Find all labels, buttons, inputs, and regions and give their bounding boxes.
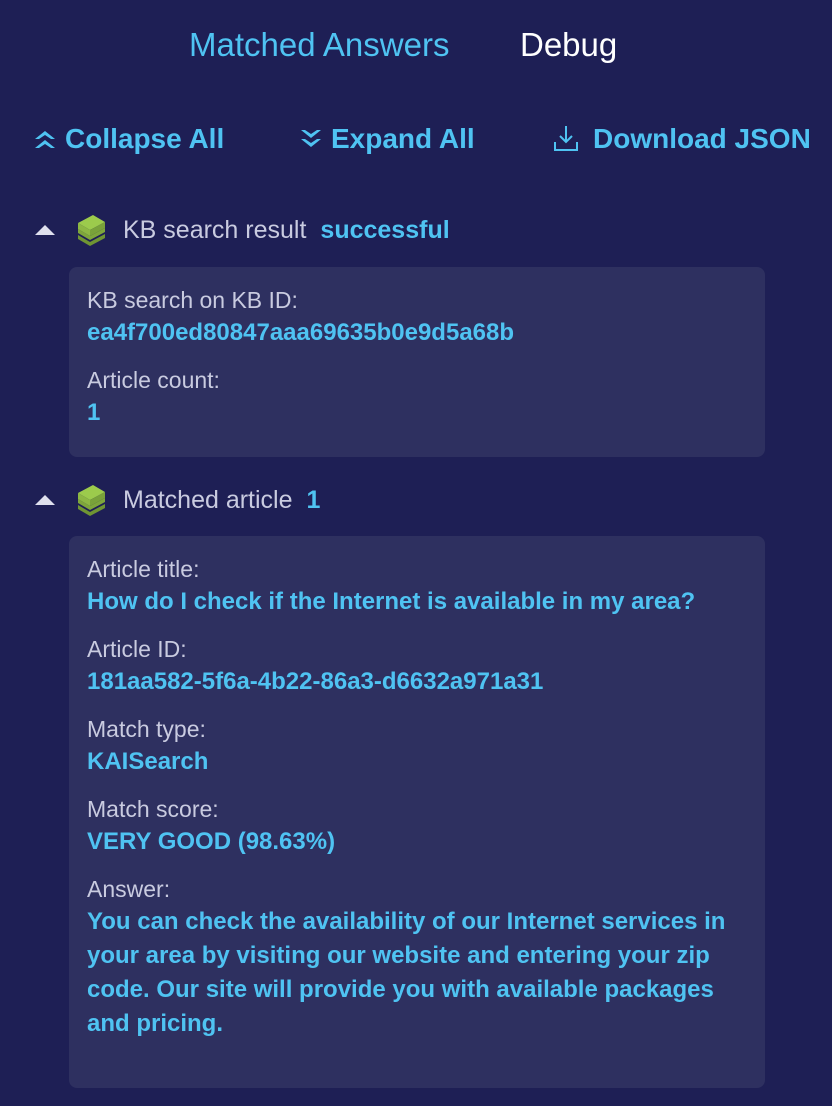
field-label: Article count: — [87, 367, 220, 393]
section-title: KB search result — [123, 215, 307, 244]
field-label: Answer: — [87, 876, 171, 902]
section-header-matched-article[interactable]: Matched article 1 — [33, 482, 320, 518]
field-value: 181aa582-5f6a-4b22-86a3-d6632a971a31 — [87, 668, 544, 695]
matched-article-card: Article title: How do I check if the Int… — [69, 536, 765, 1088]
tab-debug[interactable]: Debug — [520, 25, 617, 65]
field-article-title: Article title: How do I check if the Int… — [87, 553, 747, 619]
field-value: VERY GOOD (98.63%) — [87, 828, 336, 855]
field-article-id: Article ID: 181aa582-5f6a-4b22-86a3-d663… — [87, 633, 747, 699]
download-json-button[interactable]: Download JSON — [553, 120, 811, 158]
field-value: You can check the availability of our In… — [87, 908, 726, 1037]
field-answer: Answer: You can check the availability o… — [87, 873, 747, 1041]
field-value: How do I check if the Internet is availa… — [87, 588, 696, 615]
field-value: ea4f700ed80847aaa69635b0e9d5a68b — [87, 319, 515, 346]
field-value: KAISearch — [87, 748, 209, 775]
field-label: Article ID: — [87, 636, 187, 662]
download-icon — [554, 126, 578, 151]
section-status: successful — [320, 215, 450, 244]
double-chevron-down-icon — [301, 130, 321, 147]
field-article-count: Article count: 1 — [87, 364, 747, 430]
section-header-kb-search[interactable]: KB search result successful — [33, 212, 450, 248]
expand-all-label: Expand All — [331, 123, 475, 154]
kb-search-card: KB search on KB ID: ea4f700ed80847aaa696… — [69, 267, 765, 457]
field-match-type: Match type: KAISearch — [87, 713, 747, 779]
field-label: Article title: — [87, 556, 200, 582]
tab-matched-answers[interactable]: Matched Answers — [189, 25, 449, 65]
download-json-label: Download JSON — [593, 123, 811, 154]
collapse-all-button[interactable]: Collapse All — [33, 120, 224, 158]
field-kb-id: KB search on KB ID: ea4f700ed80847aaa696… — [87, 284, 747, 350]
caret-up-icon[interactable] — [33, 490, 57, 510]
field-label: KB search on KB ID: — [87, 287, 298, 313]
expand-all-button[interactable]: Expand All — [299, 120, 475, 158]
book-stack-icon — [78, 485, 105, 516]
field-label: Match type: — [87, 716, 206, 742]
debug-panel: Matched Answers Debug Collapse All Expan… — [0, 0, 832, 1106]
section-status: 1 — [306, 485, 321, 514]
field-value: 1 — [87, 399, 101, 426]
caret-up-icon[interactable] — [33, 220, 57, 240]
double-chevron-up-icon — [35, 131, 55, 148]
field-label: Match score: — [87, 796, 219, 822]
section-title: Matched article — [123, 485, 293, 514]
book-stack-icon — [78, 215, 105, 246]
collapse-all-label: Collapse All — [65, 123, 225, 154]
field-match-score: Match score: VERY GOOD (98.63%) — [87, 793, 747, 859]
